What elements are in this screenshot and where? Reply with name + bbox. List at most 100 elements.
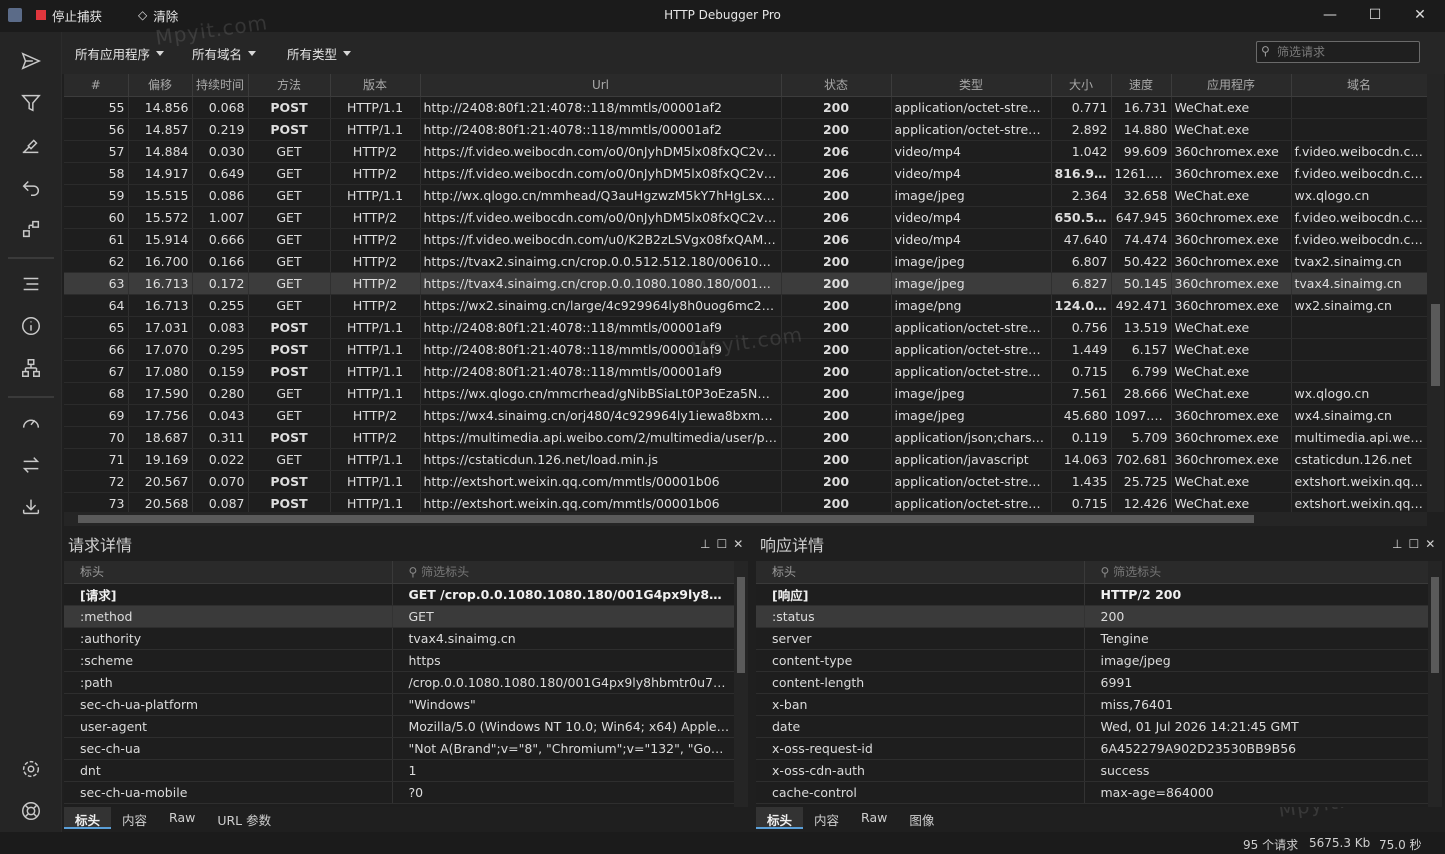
- table-row[interactable]: 58 14.917 0.649 GET HTTP/2 https://f.video.we…: [64, 162, 1427, 185]
- send-icon[interactable]: [19, 49, 43, 73]
- tab-0[interactable]: 标头: [756, 807, 804, 829]
- header-row[interactable]: [请求] GET /crop.0.0.1080.1080.180/001G4px9…: [64, 583, 735, 606]
- header-row[interactable]: x-ban miss,76401: [756, 693, 1429, 716]
- header-name-column[interactable]: 标头: [756, 561, 1085, 584]
- minimize-button[interactable]: —: [1322, 7, 1338, 23]
- settings-icon[interactable]: [19, 757, 43, 781]
- table-row[interactable]: 67 17.080 0.159 POST HTTP/1.1 http://2408:80f…: [64, 360, 1427, 383]
- table-row[interactable]: 70 18.687 0.311 POST HTTP/2 https://multimedi…: [64, 426, 1427, 449]
- column-header[interactable]: 应用程序: [1171, 74, 1292, 97]
- scrollbar-thumb[interactable]: [737, 577, 745, 673]
- column-header[interactable]: 状态: [781, 74, 892, 97]
- table-row[interactable]: 69 17.756 0.043 GET HTTP/2 https://wx4.sinaim…: [64, 404, 1427, 427]
- response-pane-scrollbar[interactable]: [1428, 561, 1442, 807]
- table-row[interactable]: 63 16.713 0.172 GET HTTP/2 https://tvax4.sina…: [64, 272, 1427, 295]
- list-icon[interactable]: [19, 272, 43, 296]
- tab-0[interactable]: 标头: [64, 807, 112, 829]
- table-row[interactable]: 56 14.857 0.219 POST HTTP/1.1 http://2408:80f…: [64, 118, 1427, 141]
- header-name: date: [756, 715, 1085, 738]
- pin-icon[interactable]: ⊥: [700, 537, 710, 551]
- header-name-column[interactable]: 标头: [64, 561, 393, 584]
- column-header[interactable]: Url: [420, 74, 782, 97]
- filter-icon[interactable]: [19, 91, 43, 115]
- header-row[interactable]: :scheme https: [64, 649, 735, 672]
- pin-icon[interactable]: ⊥: [1392, 537, 1402, 551]
- domain-filter-dropdown[interactable]: 所有域名: [192, 44, 257, 63]
- column-header[interactable]: 方法: [248, 74, 331, 97]
- header-row[interactable]: sec-ch-ua-mobile ?0: [64, 781, 735, 804]
- transfer-icon[interactable]: [19, 453, 43, 477]
- download-icon[interactable]: [19, 495, 43, 519]
- table-row[interactable]: 57 14.884 0.030 GET HTTP/2 https://f.video.we…: [64, 140, 1427, 163]
- tab-1[interactable]: 内容: [111, 807, 158, 829]
- column-header[interactable]: 持续时间: [192, 74, 249, 97]
- restore-icon[interactable]: ☐: [1408, 537, 1419, 551]
- table-row[interactable]: 59 15.515 0.086 GET HTTP/1.1 http://wx.qlogo.…: [64, 184, 1427, 207]
- undo-icon[interactable]: [19, 175, 43, 199]
- table-row[interactable]: 64 16.713 0.255 GET HTTP/2 https://wx2.sinaim…: [64, 294, 1427, 317]
- header-filter-column[interactable]: ⚲ 筛选标头: [1084, 561, 1429, 584]
- table-row[interactable]: 60 15.572 1.007 GET HTTP/2 https://f.video.we…: [64, 206, 1427, 229]
- header-row[interactable]: :path/crop.0.0.1080.1080.180/001G4px9ly8…: [64, 671, 735, 694]
- header-row[interactable]: date Wed, 01 Jul 2026 14:21:45 GMT: [756, 715, 1429, 738]
- header-row[interactable]: [响应] HTTP/2 200: [756, 583, 1429, 606]
- header-row[interactable]: sec-ch-ua-platform "Windows": [64, 693, 735, 716]
- header-row[interactable]: content-length 6991: [756, 671, 1429, 694]
- table-vertical-scrollbar[interactable]: [1427, 74, 1444, 512]
- scrollbar-thumb[interactable]: [78, 515, 1254, 523]
- column-header[interactable]: 域名: [1291, 74, 1427, 97]
- header-row[interactable]: server Tengine: [756, 627, 1429, 650]
- column-header[interactable]: 速度: [1111, 74, 1172, 97]
- help-icon[interactable]: [19, 799, 43, 823]
- header-row[interactable]: x-oss-cdn-auth success: [756, 759, 1429, 782]
- header-row[interactable]: cache-control max-age=864000: [756, 781, 1429, 804]
- scrollbar-thumb[interactable]: [1431, 304, 1440, 386]
- table-row[interactable]: 73 20.568 0.087 POST HTTP/1.1 http://extshort…: [64, 492, 1427, 512]
- restore-icon[interactable]: ☐: [716, 537, 727, 551]
- tab-3[interactable]: 图像: [898, 807, 945, 829]
- column-header[interactable]: 版本: [330, 74, 421, 97]
- domain-filter-label: 所有域名: [192, 47, 243, 62]
- content-type: video/mp4: [891, 140, 1052, 163]
- domain: f.video.weibocdn.com: [1291, 206, 1427, 229]
- table-row[interactable]: 68 17.590 0.280 GET HTTP/1.1 https://wx.qlogo…: [64, 382, 1427, 405]
- table-horizontal-scrollbar[interactable]: [64, 512, 1427, 526]
- table-row[interactable]: 62 16.700 0.166 GET HTTP/2 https://tvax2.sina…: [64, 250, 1427, 273]
- header-row[interactable]: x-oss-request-id 6A452279A902D23530BB9B56: [756, 737, 1429, 760]
- close-icon[interactable]: ✕: [733, 537, 743, 551]
- tab-3[interactable]: URL 参数: [206, 807, 282, 829]
- close-button[interactable]: ✕: [1412, 7, 1428, 23]
- search-input[interactable]: [1277, 44, 1415, 60]
- column-header[interactable]: 偏移: [128, 74, 193, 97]
- hierarchy-icon[interactable]: [19, 356, 43, 380]
- tab-1[interactable]: 内容: [803, 807, 850, 829]
- table-row[interactable]: 61 15.914 0.666 GET HTTP/2 https://f.video.we…: [64, 228, 1427, 251]
- tab-2[interactable]: Raw: [850, 807, 898, 829]
- brush-icon[interactable]: [19, 133, 43, 157]
- app-filter-dropdown[interactable]: 所有应用程序: [75, 44, 165, 63]
- table-row[interactable]: 72 20.567 0.070 POST HTTP/1.1 http://extshort…: [64, 470, 1427, 493]
- table-row[interactable]: 55 14.856 0.068 POST HTTP/1.1 http://2408:80f…: [64, 96, 1427, 119]
- maximize-button[interactable]: ☐: [1367, 7, 1383, 23]
- header-row[interactable]: :authority tvax4.sinaimg.cn: [64, 627, 735, 650]
- info-icon[interactable]: [19, 314, 43, 338]
- header-row[interactable]: :method GET: [64, 605, 735, 628]
- header-row[interactable]: user-agent Mozilla/5.0 (Windows NT 10.0; …: [64, 715, 735, 738]
- header-filter-column[interactable]: ⚲ 筛选标头: [392, 561, 735, 584]
- scrollbar-thumb[interactable]: [1431, 577, 1439, 673]
- header-row[interactable]: dnt 1: [64, 759, 735, 782]
- column-header[interactable]: 大小: [1051, 74, 1112, 97]
- table-row[interactable]: 71 19.169 0.022 GET HTTP/1.1 https://cstaticd…: [64, 448, 1427, 471]
- column-header[interactable]: #: [64, 74, 129, 97]
- header-row[interactable]: sec-ch-ua "Not A(Brand";v="8", "Chromium"…: [64, 737, 735, 760]
- request-search-box[interactable]: ⚲: [1256, 41, 1420, 63]
- tab-2[interactable]: Raw: [158, 807, 206, 829]
- header-row[interactable]: :status 200: [756, 605, 1429, 628]
- split-icon[interactable]: [19, 217, 43, 241]
- request-pane-scrollbar[interactable]: [734, 561, 748, 807]
- header-row[interactable]: content-type image/jpeg: [756, 649, 1429, 672]
- type-filter-dropdown[interactable]: 所有类型: [287, 44, 352, 63]
- column-header[interactable]: 类型: [891, 74, 1052, 97]
- gauge-icon[interactable]: [19, 411, 43, 435]
- close-icon[interactable]: ✕: [1425, 537, 1435, 551]
